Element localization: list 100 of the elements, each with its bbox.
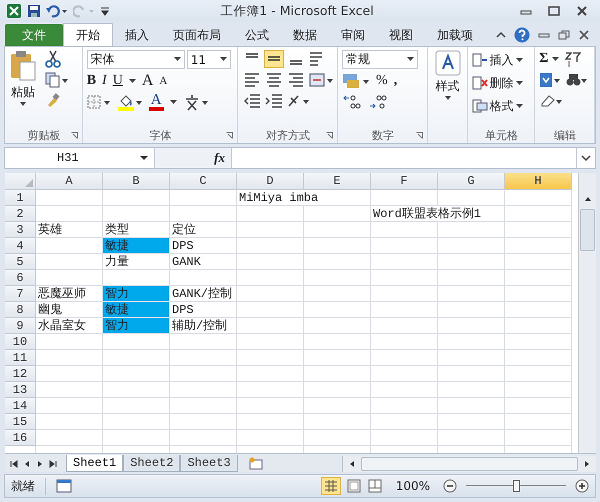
cells-menu-button[interactable]: 格式 <box>490 98 514 114</box>
number-format-dropdown[interactable]: 常规 <box>342 50 418 69</box>
ribbon-tab[interactable]: 数据 <box>281 24 329 46</box>
dialog-launcher-icon[interactable] <box>326 132 334 139</box>
last-sheet-icon[interactable] <box>48 459 58 469</box>
fill-icon[interactable] <box>539 71 562 89</box>
caret-icon[interactable] <box>174 57 181 62</box>
caret-icon[interactable] <box>516 80 522 86</box>
normal-view-icon[interactable] <box>320 477 341 495</box>
maximize-icon[interactable] <box>548 6 560 16</box>
vertical-align-icon[interactable] <box>264 50 284 68</box>
paste-button[interactable]: 粘贴 <box>9 50 37 107</box>
caret-icon[interactable] <box>19 101 27 107</box>
clipboard-icon[interactable] <box>9 50 37 82</box>
sheet-tab[interactable]: Sheet3 <box>180 455 238 472</box>
row-header[interactable]: 11 <box>5 350 36 366</box>
page-break-icon[interactable] <box>366 479 383 493</box>
dialog-launcher-icon[interactable] <box>226 132 234 139</box>
row-header[interactable]: 13 <box>5 382 36 398</box>
cells-icon[interactable] <box>472 53 488 67</box>
ribbon-tab[interactable]: 开始 <box>63 23 113 46</box>
row-header[interactable]: 1 <box>5 190 36 206</box>
ribbon-tab[interactable]: 页面布局 <box>161 24 233 46</box>
column-header[interactable]: F <box>371 173 438 190</box>
column-header[interactable]: G <box>438 173 505 190</box>
caret-icon[interactable] <box>170 100 177 104</box>
collapse-ribbon-icon[interactable] <box>496 30 506 40</box>
row-header[interactable]: 7 <box>5 286 36 302</box>
row-header[interactable]: 9 <box>5 318 36 334</box>
column-header[interactable]: D <box>237 173 304 190</box>
dialog-launcher-icon[interactable] <box>70 132 78 139</box>
ribbon-tab[interactable]: 公式 <box>233 24 281 46</box>
italic-button[interactable]: I <box>102 73 107 89</box>
new-sheet-icon[interactable] <box>248 457 264 471</box>
caret-icon[interactable] <box>444 95 452 101</box>
row-header[interactable]: 4 <box>5 238 36 254</box>
copy-icon[interactable] <box>45 72 69 88</box>
merge-cells-icon[interactable] <box>308 71 334 89</box>
ribbon-tab[interactable]: 视图 <box>377 24 425 46</box>
slider-thumb[interactable] <box>513 480 520 492</box>
autosum-button[interactable]: Σ <box>539 51 548 67</box>
decrease-decimal-icon[interactable] <box>368 93 388 111</box>
currency-icon[interactable] <box>342 72 370 90</box>
row-header[interactable]: 12 <box>5 366 36 382</box>
row-header[interactable]: 8 <box>5 302 36 318</box>
zoom-level[interactable]: 100% <box>396 479 430 493</box>
caret-icon[interactable] <box>407 57 414 62</box>
macro-record-icon[interactable] <box>56 479 72 493</box>
row-header[interactable]: 15 <box>5 414 36 430</box>
ribbon-tab[interactable]: 加载项 <box>425 24 485 46</box>
scrollbar-thumb[interactable] <box>361 457 578 471</box>
comma-style-button[interactable]: , <box>394 73 398 89</box>
shrink-font-button[interactable]: A <box>159 73 168 89</box>
fill-color-icon[interactable] <box>116 93 143 111</box>
column-header[interactable]: A <box>36 173 103 190</box>
caret-icon[interactable] <box>552 56 560 62</box>
underline-button[interactable]: U <box>112 73 123 89</box>
row-header[interactable]: 10 <box>5 334 36 350</box>
row-header[interactable]: 5 <box>5 254 36 270</box>
first-sheet-icon[interactable] <box>9 459 19 469</box>
row-header[interactable]: 3 <box>5 222 36 238</box>
cells-menu-button[interactable]: 删除 <box>490 74 514 92</box>
sheet-tab[interactable]: Sheet1 <box>66 455 124 472</box>
column-header[interactable]: E <box>304 173 371 190</box>
font-name-dropdown[interactable]: 宋体 <box>86 50 185 69</box>
font-color-button[interactable]: A <box>148 93 164 111</box>
decrease-indent-icon[interactable] <box>242 92 262 110</box>
page-layout-icon[interactable] <box>346 479 362 493</box>
row-header[interactable]: 2 <box>5 206 36 222</box>
zoom-out-icon[interactable] <box>443 479 457 493</box>
zoom-in-icon[interactable] <box>575 479 589 493</box>
help-icon[interactable] <box>514 27 530 43</box>
styles-button[interactable]: 样式 <box>432 50 464 127</box>
save-icon[interactable] <box>27 4 41 18</box>
close-icon[interactable] <box>578 30 590 40</box>
row-header[interactable]: 6 <box>5 270 36 286</box>
row-header[interactable]: 16 <box>5 430 36 446</box>
caret-icon[interactable] <box>220 57 227 62</box>
bold-button[interactable]: B <box>86 73 96 89</box>
caret-icon[interactable] <box>128 78 136 84</box>
font-size-dropdown[interactable]: 11 <box>186 50 231 69</box>
percent-button[interactable]: % <box>376 73 388 89</box>
caret-icon[interactable] <box>516 104 522 108</box>
scrollbar-thumb[interactable] <box>580 209 595 251</box>
sheet-tab[interactable]: Sheet2 <box>123 455 180 472</box>
increase-indent-icon[interactable] <box>264 92 284 110</box>
increase-decimal-icon[interactable] <box>342 93 362 111</box>
column-header[interactable]: C <box>170 173 237 190</box>
cells-menu-button[interactable]: 插入 <box>490 52 514 68</box>
excel-logo-icon[interactable] <box>6 3 22 19</box>
caret-icon[interactable] <box>516 58 522 62</box>
restore-icon[interactable] <box>558 30 570 40</box>
ribbon-tab[interactable]: 插入 <box>113 24 161 46</box>
row-header[interactable]: 14 <box>5 398 36 414</box>
dialog-launcher-icon[interactable] <box>416 132 423 139</box>
undo-icon[interactable] <box>46 4 68 18</box>
cut-icon[interactable] <box>45 50 61 68</box>
styles-icon[interactable] <box>434 50 461 76</box>
ribbon-tab[interactable]: 审阅 <box>329 24 377 46</box>
file-tab[interactable]: 文件 <box>5 24 63 46</box>
